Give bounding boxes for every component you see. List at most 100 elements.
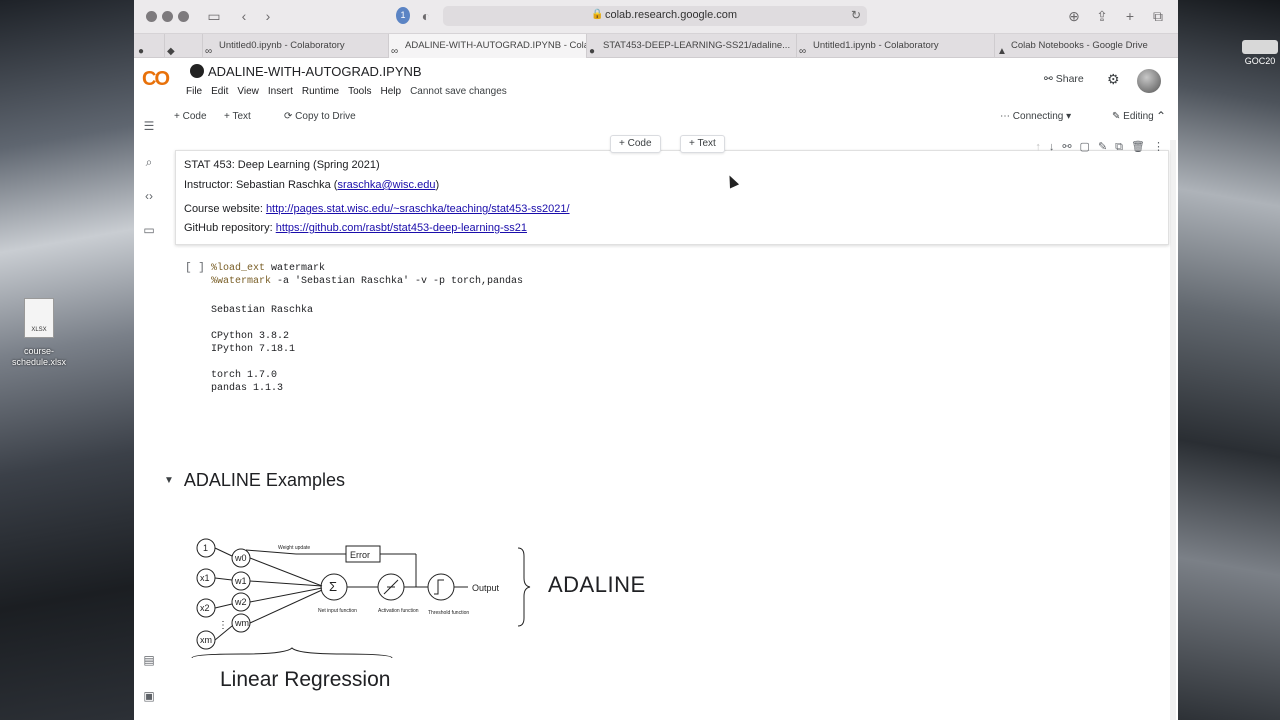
linear-regression-label: Linear Regression — [220, 668, 391, 691]
instructor-suffix: ) — [435, 179, 440, 191]
desktop-background-right — [1178, 0, 1280, 720]
delete-icon[interactable]: 🗑 — [1131, 141, 1145, 153]
browser-window: ▭ ‹ › 1 ◐ 🔒 colab.research.google.com ↻ … — [134, 0, 1178, 720]
notebook-title[interactable]: ADALINE-WITH-AUTOGRAD.IPYNB — [190, 64, 422, 79]
input-label-x2: x2 — [200, 603, 210, 613]
sigma-symbol: Σ — [329, 579, 337, 594]
add-text-button[interactable]: + Text — [224, 111, 251, 122]
instructor-email-link[interactable]: sraschka@wisc.edu — [337, 179, 435, 191]
collapse-section-icon[interactable]: ▼ — [164, 475, 174, 486]
browser-toolbar: ▭ ‹ › 1 ◐ 🔒 colab.research.google.com ↻ … — [134, 0, 1178, 34]
insert-text-cell-button[interactable]: + Text — [680, 135, 725, 153]
user-avatar[interactable] — [1137, 69, 1161, 93]
add-code-button[interactable]: + Code — [174, 111, 207, 122]
tab-untitled1[interactable]: ∞ Untitled1.ipynb - Colaboratory — [796, 34, 994, 58]
terminal-icon[interactable]: ▣ — [141, 688, 157, 704]
maximize-window-button[interactable] — [178, 11, 189, 22]
pinned-tab-github[interactable]: ● — [136, 34, 162, 58]
menu-insert[interactable]: Insert — [268, 86, 293, 97]
tab-google-drive[interactable]: ▲ Colab Notebooks - Google Drive — [994, 34, 1178, 58]
github-repo-line: GitHub repository: https://github.com/ra… — [184, 222, 527, 234]
menu-help[interactable]: Help — [380, 86, 401, 97]
copy-to-drive-button[interactable]: ⟳ Copy to Drive — [284, 111, 356, 122]
copy-to-drive-label: Copy to Drive — [295, 111, 356, 122]
reload-icon[interactable]: ↻ — [851, 8, 861, 22]
forward-icon[interactable]: › — [262, 7, 274, 25]
tab-github-stat453[interactable]: ● STAT453-DEEP-LEARNING-SS21/adaline... — [586, 34, 796, 58]
notebook-title-text: ADALINE-WITH-AUTOGRAD.IPYNB — [208, 64, 422, 79]
pinned-tab-extension[interactable]: ◆ — [164, 34, 202, 58]
tab-label: Untitled0.ipynb - Colaboratory — [219, 40, 345, 51]
menu-file[interactable]: File — [186, 86, 202, 97]
desktop-file[interactable]: XLSX course-schedule.xlsx — [8, 298, 70, 368]
text-cell-course-info[interactable]: STAT 453: Deep Learning (Spring 2021) In… — [175, 150, 1169, 245]
notebook-scrollbar[interactable] — [1170, 140, 1176, 720]
input-label-1: 1 — [203, 543, 208, 553]
move-down-icon[interactable]: ↓ — [1049, 141, 1055, 153]
adaline-diagram-svg: 1 x1 x2 xm w0 w1 w2 wm Error Σ Output We… — [191, 538, 531, 659]
password-manager-icon[interactable]: 1 — [396, 7, 410, 24]
more-dots-icon: ⋯ — [1000, 111, 1010, 122]
new-tab-icon[interactable]: + — [1122, 7, 1138, 25]
share-icon[interactable]: ⇪ — [1094, 7, 1110, 25]
github-icon — [190, 64, 204, 78]
instructor-line: Instructor: Sebastian Raschka (sraschka@… — [184, 179, 439, 191]
notebook-toolbar: + Code + Text ⟳ Copy to Drive ⋯ Connecti… — [170, 108, 1178, 128]
insert-code-cell-button[interactable]: + Code — [610, 135, 661, 153]
link-icon[interactable]: ⚯ — [1062, 141, 1071, 153]
edit-icon[interactable]: ✎ — [1098, 141, 1107, 153]
section-header[interactable]: ▼ ADALINE Examples — [164, 470, 345, 491]
minimize-window-button[interactable] — [162, 11, 173, 22]
menu-edit[interactable]: Edit — [211, 86, 228, 97]
menu-runtime[interactable]: Runtime — [302, 86, 339, 97]
code-editor[interactable]: %load_ext watermark %watermark -a 'Sebas… — [211, 262, 523, 288]
code-magic-watermark: %watermark — [211, 276, 272, 287]
course-website-line: Course website: http://pages.stat.wisc.e… — [184, 203, 570, 215]
input-label-xm: xm — [200, 635, 212, 645]
github-repo-link[interactable]: https://github.com/rasbt/stat453-deep-le… — [276, 222, 527, 234]
downloads-icon[interactable]: ⊕ — [1066, 7, 1082, 25]
run-cell-button[interactable]: [ ] — [185, 262, 205, 274]
menu-view[interactable]: View — [237, 86, 259, 97]
spreadsheet-file-icon: XLSX — [24, 298, 54, 338]
website-prefix: Course website: — [184, 203, 266, 215]
tab-adaline-autograd[interactable]: ∞ ADALINE-WITH-AUTOGRAD.IPYNB - Colab... — [388, 34, 586, 58]
tab-untitled0[interactable]: ∞ Untitled0.ipynb - Colaboratory — [202, 34, 388, 58]
code-snippets-icon[interactable]: ‹› — [141, 188, 157, 204]
menu-tools[interactable]: Tools — [348, 86, 371, 97]
close-window-button[interactable] — [146, 11, 157, 22]
save-status-note[interactable]: Cannot save changes — [410, 86, 507, 97]
table-of-contents-icon[interactable]: ☰ — [141, 118, 157, 134]
desktop-drive-label: GOC20 — [1244, 56, 1276, 66]
editing-mode-button[interactable]: ✎ Editing — [1112, 111, 1154, 122]
drive-disk-icon — [1242, 40, 1278, 54]
extension-icon: ◆ — [167, 46, 175, 57]
colab-icon: ∞ — [799, 46, 807, 57]
command-palette-icon[interactable]: ▤ — [141, 652, 157, 668]
tab-overview-icon[interactable]: ⧉ — [1150, 7, 1166, 25]
desktop-drive[interactable]: GOC20 — [1240, 40, 1280, 66]
settings-gear-icon[interactable]: ⚙ — [1107, 71, 1120, 88]
back-icon[interactable]: ‹ — [238, 7, 250, 25]
chevron-up-icon[interactable]: ⌃ — [1156, 109, 1166, 123]
weight-label-w1: w1 — [234, 576, 247, 586]
runtime-connect-button[interactable]: ⋯ Connecting ▾ — [1000, 111, 1071, 122]
address-bar[interactable]: 🔒 colab.research.google.com ↻ — [443, 6, 867, 26]
copy-icon[interactable]: ▢ — [1080, 141, 1090, 153]
privacy-shield-icon[interactable]: ◐ — [420, 7, 432, 25]
weight-update-label: Weight update — [278, 545, 310, 551]
adaline-label: ADALINE — [548, 572, 646, 597]
github-icon: ● — [138, 46, 145, 57]
search-icon[interactable]: ⌕ — [141, 154, 157, 170]
files-folder-icon[interactable]: ▭ — [141, 222, 157, 238]
more-options-icon[interactable]: ⋮ — [1153, 141, 1164, 153]
left-sidebar: ☰ ⌕ ‹› ▭ ▤ ▣ — [134, 110, 164, 720]
colab-logo[interactable]: CO — [142, 68, 170, 91]
desktop-file-name: course-schedule.xlsx — [11, 346, 67, 367]
sidebar-toggle-icon[interactable]: ▭ — [206, 7, 222, 25]
move-up-icon[interactable]: ↑ — [1035, 141, 1041, 153]
mirror-icon[interactable]: ⧉ — [1115, 141, 1123, 153]
share-button[interactable]: ⚯ Share — [1044, 73, 1084, 85]
threshold-node — [427, 573, 455, 601]
course-website-link[interactable]: http://pages.stat.wisc.edu/~sraschka/tea… — [266, 203, 570, 215]
